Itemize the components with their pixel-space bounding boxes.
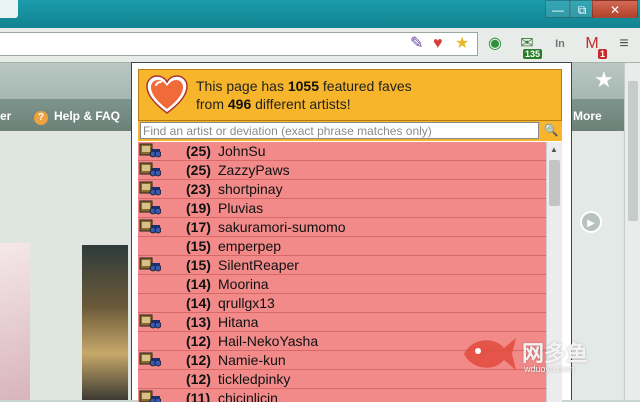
deviant-badge-icon <box>139 162 161 177</box>
deviant-badge-icon <box>139 390 161 402</box>
help-icon: ? <box>34 111 48 125</box>
list-item[interactable]: (15) emperpep <box>138 237 546 256</box>
artists-count: 496 <box>227 96 252 112</box>
nav-help-faq[interactable]: ? Help & FAQ <box>34 109 120 125</box>
close-button[interactable]: ✕ <box>592 0 638 18</box>
pen-icon[interactable]: ✎ <box>410 36 423 52</box>
minimize-button[interactable]: — <box>545 0 571 18</box>
fave-count: (15) <box>186 257 211 273</box>
fave-count: (25) <box>186 143 211 159</box>
header-text-4: different artists! <box>251 96 351 112</box>
deviant-badge-icon <box>139 200 161 215</box>
artwork-thumbnail[interactable] <box>0 243 30 400</box>
help-faq-label: Help & FAQ <box>54 109 121 123</box>
deviant-badge-icon <box>139 181 161 196</box>
artist-name[interactable]: Hail-NekoYasha <box>218 332 318 350</box>
green-orb-extension-icon[interactable]: ◉ <box>483 32 507 56</box>
star-icon[interactable]: ★ <box>594 67 614 93</box>
popup-header: This page has 1055 featured faves from 4… <box>138 69 562 121</box>
in-extension-icon[interactable]: In <box>548 32 572 56</box>
deviant-badge-icon <box>139 314 161 329</box>
watermark-logo: 网多鱼 wduoyu.com <box>460 332 600 392</box>
fave-count: (14) <box>186 276 211 292</box>
artist-name[interactable]: sakuramori-sumomo <box>218 218 346 236</box>
header-text-1: This page has <box>196 78 288 94</box>
fave-count: (19) <box>186 200 211 216</box>
deviant-badge-icon <box>139 257 161 272</box>
list-item[interactable]: (25) ZazzyPaws <box>138 161 546 180</box>
popup-header-text: This page has 1055 featured faves from 4… <box>196 77 412 113</box>
artist-name[interactable]: SilentReaper <box>218 256 299 274</box>
scroll-up-icon[interactable]: ▲ <box>550 145 558 154</box>
artwork-thumbnail[interactable] <box>82 245 128 400</box>
menu-icon[interactable]: ≡ <box>612 32 636 56</box>
gmail-icon[interactable]: M1 <box>580 32 607 59</box>
artist-name[interactable]: Namie-kun <box>218 351 286 369</box>
deviant-badge-icon <box>139 219 161 234</box>
deviant-badge-icon <box>139 143 161 158</box>
artist-name[interactable]: Hitana <box>218 313 258 331</box>
play-icon[interactable]: ▶ <box>580 211 602 233</box>
heart-icon <box>146 75 188 114</box>
faves-count: 1055 <box>287 78 319 94</box>
watermark-subtext: wduoyu.com <box>524 364 575 374</box>
list-item[interactable]: (13) Hitana <box>138 313 546 332</box>
fave-count: (12) <box>186 371 211 387</box>
artist-name[interactable]: tickledpinky <box>218 370 290 388</box>
deviant-badge-icon <box>139 352 161 367</box>
search-input[interactable] <box>140 122 539 139</box>
browser-tab[interactable] <box>0 0 18 18</box>
header-text-3: from <box>196 96 228 112</box>
fave-count: (17) <box>186 219 211 235</box>
page-scrollbar[interactable] <box>624 63 640 400</box>
artist-name[interactable]: JohnSu <box>218 142 265 160</box>
search-icon[interactable]: 🔍 <box>543 122 559 139</box>
artist-name[interactable]: ZazzyPaws <box>218 161 290 179</box>
list-item[interactable]: (19) Pluvias <box>138 199 546 218</box>
artist-name[interactable]: Moorina <box>218 275 269 293</box>
window-titlebar: — ⧉ ✕ <box>0 0 640 28</box>
artist-name[interactable]: qrullgx13 <box>218 294 275 312</box>
search-row: 🔍 <box>138 121 562 141</box>
list-item[interactable]: (23) shortpinay <box>138 180 546 199</box>
artist-name[interactable]: emperpep <box>218 237 281 255</box>
list-item[interactable]: (25) JohnSu <box>138 142 546 161</box>
mail-count-badge: 135 <box>522 49 542 59</box>
list-item[interactable]: (14) qrullgx13 <box>138 294 546 313</box>
fave-count: (11) <box>186 390 211 402</box>
artist-name[interactable]: shortpinay <box>218 180 283 198</box>
fish-logo-icon <box>464 338 516 370</box>
nav-item-partial[interactable]: er <box>0 109 11 123</box>
list-item[interactable]: (15) SilentReaper <box>138 256 546 275</box>
heart-fave-icon[interactable]: ♥ <box>433 36 443 52</box>
nav-more[interactable]: More <box>573 109 602 123</box>
fave-count: (15) <box>186 238 211 254</box>
page-scrollbar-thumb[interactable] <box>628 81 638 221</box>
artist-name[interactable]: Pluvias <box>218 199 263 217</box>
artist-name[interactable]: chicinlicin <box>218 389 278 402</box>
browser-toolbar: ✎ ♥ ★ ◉ ✉ 135 In M1 ≡ <box>0 28 640 63</box>
fave-count: (12) <box>186 333 211 349</box>
fave-count: (25) <box>186 162 211 178</box>
fave-count: (12) <box>186 352 211 368</box>
list-item[interactable]: (14) Moorina <box>138 275 546 294</box>
bookmark-star-icon[interactable]: ★ <box>455 36 469 52</box>
list-item[interactable]: (17) sakuramori-sumomo <box>138 218 546 237</box>
address-bar[interactable]: ✎ ♥ ★ <box>0 32 478 56</box>
list-scrollbar-thumb[interactable] <box>549 160 560 206</box>
header-text-2: featured faves <box>319 78 412 94</box>
mail-extension-icon[interactable]: ✉ 135 <box>515 32 542 59</box>
fave-count: (14) <box>186 295 211 311</box>
gmail-count-badge: 1 <box>597 49 607 59</box>
fave-count: (13) <box>186 314 211 330</box>
fave-count: (23) <box>186 181 211 197</box>
